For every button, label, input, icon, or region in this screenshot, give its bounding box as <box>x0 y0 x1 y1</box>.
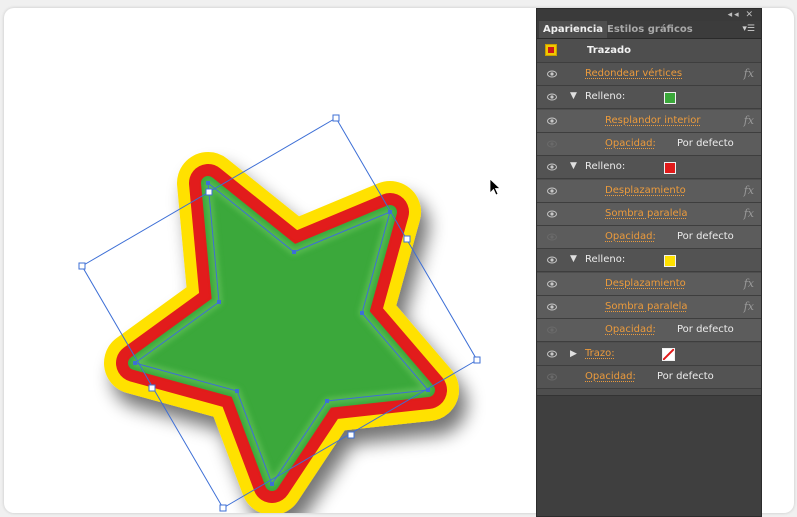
appearance-row[interactable]: ▼ Relleno: <box>537 156 761 180</box>
tab-apariencia[interactable]: Apariencia <box>539 21 608 38</box>
opacity-value: Por defecto <box>657 370 714 382</box>
opacity-value: Por defecto <box>677 137 734 149</box>
appearance-row-label[interactable]: Desplazamiento <box>605 273 686 295</box>
fx-effect-icon[interactable]: fx <box>744 110 754 132</box>
tab-estilos-graficos[interactable]: Estilos gráficos <box>603 21 697 38</box>
appearance-row[interactable]: Sombra paralela fx <box>537 296 761 319</box>
appearance-row-label[interactable]: Sombra paralela <box>605 203 688 225</box>
appearance-row-label[interactable]: Sombra paralela <box>605 296 688 318</box>
visibility-eye-icon[interactable] <box>547 210 557 218</box>
panel-menu-icon[interactable]: ▾☰ <box>742 21 755 38</box>
visibility-eye-icon[interactable] <box>547 187 557 195</box>
appearance-row-label[interactable]: Redondear vértices <box>585 63 682 85</box>
disclosure-triangle-expanded-icon[interactable]: ▼ <box>570 91 577 101</box>
appearance-row[interactable]: ▼ Relleno: <box>537 86 761 110</box>
appearance-row-label[interactable]: Opacidad: <box>605 226 656 248</box>
stroke-none-swatch[interactable] <box>662 347 675 361</box>
panel-titlebar[interactable]: ◂◂ ✕ <box>537 9 761 21</box>
visibility-eye-icon[interactable] <box>547 163 557 171</box>
visibility-eye-icon[interactable] <box>547 233 557 241</box>
fill-color-swatch[interactable] <box>664 162 676 175</box>
opacity-value: Por defecto <box>677 324 734 336</box>
panel-tabbar: Apariencia Estilos gráficos ▾☰ <box>537 21 761 39</box>
visibility-eye-icon[interactable] <box>547 280 557 288</box>
appearance-row-label[interactable]: Resplandor interior <box>605 110 701 132</box>
appearance-row-label[interactable]: Opacidad: <box>605 133 656 155</box>
visibility-eye-icon[interactable] <box>547 303 557 311</box>
appearance-row[interactable]: Desplazamiento fx <box>537 272 761 296</box>
appearance-row[interactable]: Sombra paralela fx <box>537 202 761 226</box>
visibility-eye-icon[interactable] <box>547 93 557 101</box>
visibility-eye-icon[interactable] <box>547 326 557 334</box>
fill-color-swatch[interactable] <box>664 92 676 105</box>
appearance-row[interactable]: Resplandor interior fx <box>537 109 761 133</box>
fx-effect-icon[interactable]: fx <box>744 203 754 225</box>
visibility-eye-icon[interactable] <box>547 70 557 78</box>
appearance-row[interactable]: Opacidad: Por defecto <box>537 365 761 389</box>
visibility-eye-icon[interactable] <box>547 350 557 358</box>
appearance-row[interactable]: Opacidad: Por defecto <box>537 132 761 156</box>
appearance-row-label[interactable]: Opacidad: <box>585 366 636 388</box>
appearance-row[interactable]: Desplazamiento fx <box>537 179 761 203</box>
appearance-row[interactable]: Opacidad: Por defecto <box>537 226 761 250</box>
fill-color-swatch[interactable] <box>664 255 676 268</box>
panel-empty-area <box>537 395 761 516</box>
visibility-eye-icon[interactable] <box>547 117 557 125</box>
appearance-panel: ◂◂ ✕ Apariencia Estilos gráficos ▾☰ Traz… <box>536 8 762 517</box>
object-title: Trazado <box>587 45 631 56</box>
disclosure-triangle-expanded-icon[interactable]: ▼ <box>570 161 577 171</box>
object-thumbnail-icon <box>545 44 557 56</box>
appearance-row-label[interactable]: Opacidad: <box>605 319 656 341</box>
fx-effect-icon[interactable]: fx <box>744 63 754 85</box>
fx-effect-icon[interactable]: fx <box>744 296 754 318</box>
appearance-row-label: Relleno: <box>585 91 626 103</box>
appearance-row-label[interactable]: Desplazamiento <box>605 180 686 202</box>
opacity-value: Por defecto <box>677 231 734 243</box>
appearance-row[interactable]: ▼ Relleno: <box>537 249 761 273</box>
appearance-row[interactable]: ▶ Trazo: <box>537 342 761 366</box>
mouse-cursor-icon <box>489 178 502 196</box>
appearance-row-label: Relleno: <box>585 161 626 173</box>
appearance-row[interactable]: Opacidad: Por defecto <box>537 319 761 343</box>
appearance-row-label[interactable]: Trazo: <box>585 343 615 365</box>
disclosure-triangle-expanded-icon[interactable]: ▼ <box>570 254 577 264</box>
panel-window-controls[interactable]: ◂◂ ✕ <box>728 9 755 21</box>
appearance-row-label: Relleno: <box>585 254 626 266</box>
fx-effect-icon[interactable]: fx <box>744 273 754 295</box>
visibility-eye-icon[interactable] <box>547 140 557 148</box>
disclosure-triangle-collapsed-icon[interactable]: ▶ <box>570 349 577 359</box>
appearance-row[interactable]: Redondear vértices fx <box>537 63 761 86</box>
visibility-eye-icon[interactable] <box>547 373 557 381</box>
object-header-row[interactable]: Trazado <box>537 40 761 63</box>
fx-effect-icon[interactable]: fx <box>744 180 754 202</box>
visibility-eye-icon[interactable] <box>547 256 557 264</box>
